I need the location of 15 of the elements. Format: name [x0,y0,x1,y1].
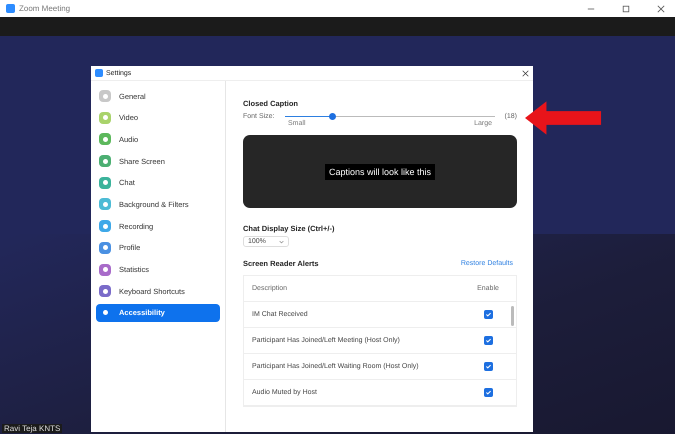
checkbox[interactable] [484,388,492,397]
slider-thumb[interactable] [329,112,336,120]
window-title: Zoom Meeting [19,4,70,13]
participant-name: Ravi Teja KNTS [2,424,62,433]
chevron-down-icon [279,240,284,244]
app-logo-icon [6,4,15,13]
close-icon[interactable] [522,70,529,76]
scrollbar-thumb[interactable] [511,306,514,326]
app-logo-icon [95,69,103,77]
checkbox[interactable] [484,336,492,345]
checkbox[interactable] [484,362,492,371]
maximize-icon[interactable] [622,4,630,12]
checkbox[interactable] [484,310,492,319]
close-icon[interactable] [657,4,665,12]
caption-sample-text: Captions will look like this [324,164,436,180]
